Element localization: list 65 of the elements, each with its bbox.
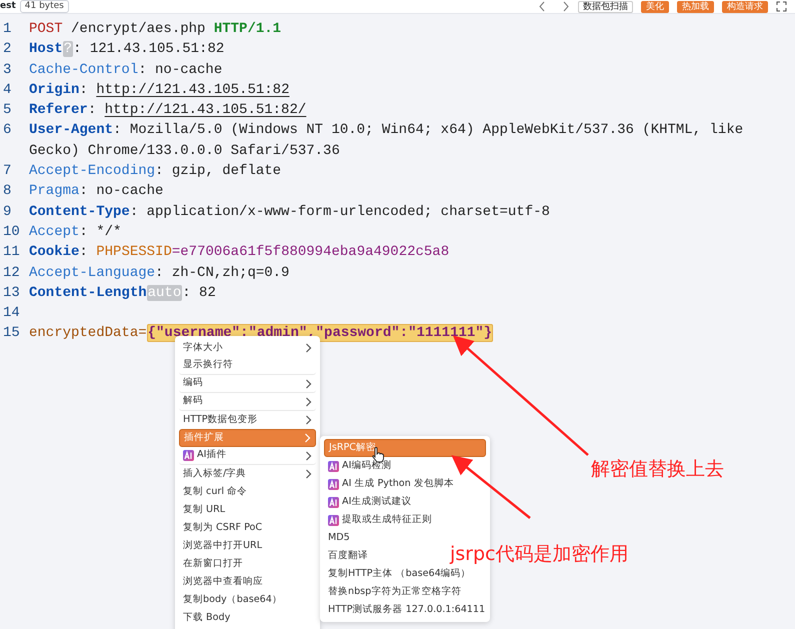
ai-icon bbox=[328, 460, 339, 472]
line-number: 12 bbox=[2, 264, 21, 283]
menu-item[interactable]: 浏览器中查看响应 bbox=[179, 573, 316, 591]
menu-item[interactable]: 复制HTTP主体 （base64编码） bbox=[324, 565, 475, 583]
menu-item[interactable]: 提取或生成特征正则 bbox=[324, 511, 436, 529]
back-icon[interactable] bbox=[538, 1, 546, 12]
menu-item[interactable]: AI生成测试建议 bbox=[324, 493, 416, 511]
line-number: 3 bbox=[2, 60, 12, 80]
menu-item[interactable]: 替换nbsp字符为正常空格字符 bbox=[324, 583, 466, 601]
line-number: 10 bbox=[2, 222, 21, 242]
code-line: Cache-Control: no-cache bbox=[28, 60, 224, 80]
ai-icon bbox=[328, 478, 339, 490]
code-line: POST /encrypt/aes.php HTTP/1.1 bbox=[28, 20, 282, 39]
code-line: Content-Type: application/x-www-form-urlencoded; charset=utf-8 bbox=[28, 202, 551, 222]
line-number: 11 bbox=[2, 243, 21, 262]
ai-icon bbox=[328, 514, 339, 526]
line-number: 5 bbox=[2, 101, 12, 120]
menu-item[interactable]: 百度翻译 bbox=[324, 547, 372, 565]
code-line: Accept: */* bbox=[28, 222, 122, 242]
menu-item[interactable]: 复制 curl 命令 bbox=[179, 483, 316, 501]
expand-icon[interactable] bbox=[776, 1, 787, 12]
menu-item[interactable]: 显示换行符 bbox=[179, 357, 316, 375]
line-number: 2 bbox=[2, 40, 12, 60]
code-line: Accept-Encoding: gzip, deflate bbox=[28, 162, 282, 182]
menu-item[interactable]: MD5 bbox=[324, 529, 354, 547]
line-number: 8 bbox=[2, 182, 12, 202]
annotation-text: jsrpc代码是加密作用 bbox=[450, 542, 628, 567]
chevron-icon bbox=[305, 343, 312, 353]
tab-label[interactable]: est bbox=[0, 0, 16, 14]
menu-item[interactable]: 在新窗口打开 bbox=[179, 555, 316, 573]
menu-item[interactable]: AI 生成 Python 发包脚本 bbox=[324, 475, 458, 493]
line-number: 7 bbox=[2, 162, 12, 182]
code-line: Cookie: PHPSESSID=e77006a61f5f880994eba9a49022c5a8 bbox=[28, 243, 450, 262]
code-line: User-Agent: Mozilla/5.0 (Windows NT 10.0; Win64; x64) AppleWebKit/537.36 (KHTML, like Gecko) Chrome/133.0.0.0 Safari/537.36 bbox=[28, 121, 744, 161]
code-line: Referer: http://121.43.105.51:82/ bbox=[28, 101, 308, 120]
menu-item[interactable]: HTTP测试服务器 127.0.0.1:64111 bbox=[324, 601, 490, 619]
line-number: 6 bbox=[2, 121, 12, 140]
menu-item[interactable]: 编码 bbox=[179, 375, 316, 393]
menu-item[interactable]: 复制 URL bbox=[179, 501, 316, 519]
code-line: Pragma: no-cache bbox=[28, 182, 164, 202]
menu-item[interactable]: HTTP数据包变形 bbox=[179, 411, 316, 429]
line-number: 15 bbox=[2, 324, 21, 344]
annotation-text: 解密值替换上去 bbox=[591, 457, 724, 482]
line-number: 14 bbox=[2, 304, 21, 324]
menu-item[interactable]: 插入标签/字典 bbox=[179, 465, 316, 483]
menu-item[interactable]: 浏览器中打开URL bbox=[179, 537, 316, 555]
ai-icon bbox=[183, 450, 194, 461]
menu-item[interactable]: AI插件 bbox=[179, 447, 316, 465]
forward-icon[interactable] bbox=[562, 1, 570, 12]
line-number: 1 bbox=[2, 20, 12, 39]
line-number: 4 bbox=[2, 80, 12, 100]
line-number: 13 bbox=[2, 284, 21, 303]
toolbar-button[interactable]: 数据包扫描 bbox=[578, 0, 633, 12]
code-line: Origin: http://121.43.105.51:82 bbox=[28, 80, 290, 100]
menu-item[interactable]: 复制body（base64） bbox=[179, 591, 316, 609]
code-line: Accept-Language: zh-CN,zh;q=0.9 bbox=[28, 264, 290, 283]
menu-item[interactable]: 字体大小 bbox=[179, 339, 316, 357]
menu-item[interactable]: 复制为 CSRF PoC bbox=[179, 519, 316, 537]
ai-icon bbox=[328, 496, 339, 508]
size-badge: 41 bytes bbox=[20, 0, 69, 13]
menu-item[interactable]: 下载 Body bbox=[179, 609, 316, 627]
line-number: 9 bbox=[2, 202, 12, 222]
menu-item[interactable]: 解码 bbox=[179, 393, 316, 411]
code-line: Content-Lengthauto: 82 bbox=[28, 284, 217, 303]
code-line: Host?: 121.43.105.51:82 bbox=[28, 40, 226, 60]
